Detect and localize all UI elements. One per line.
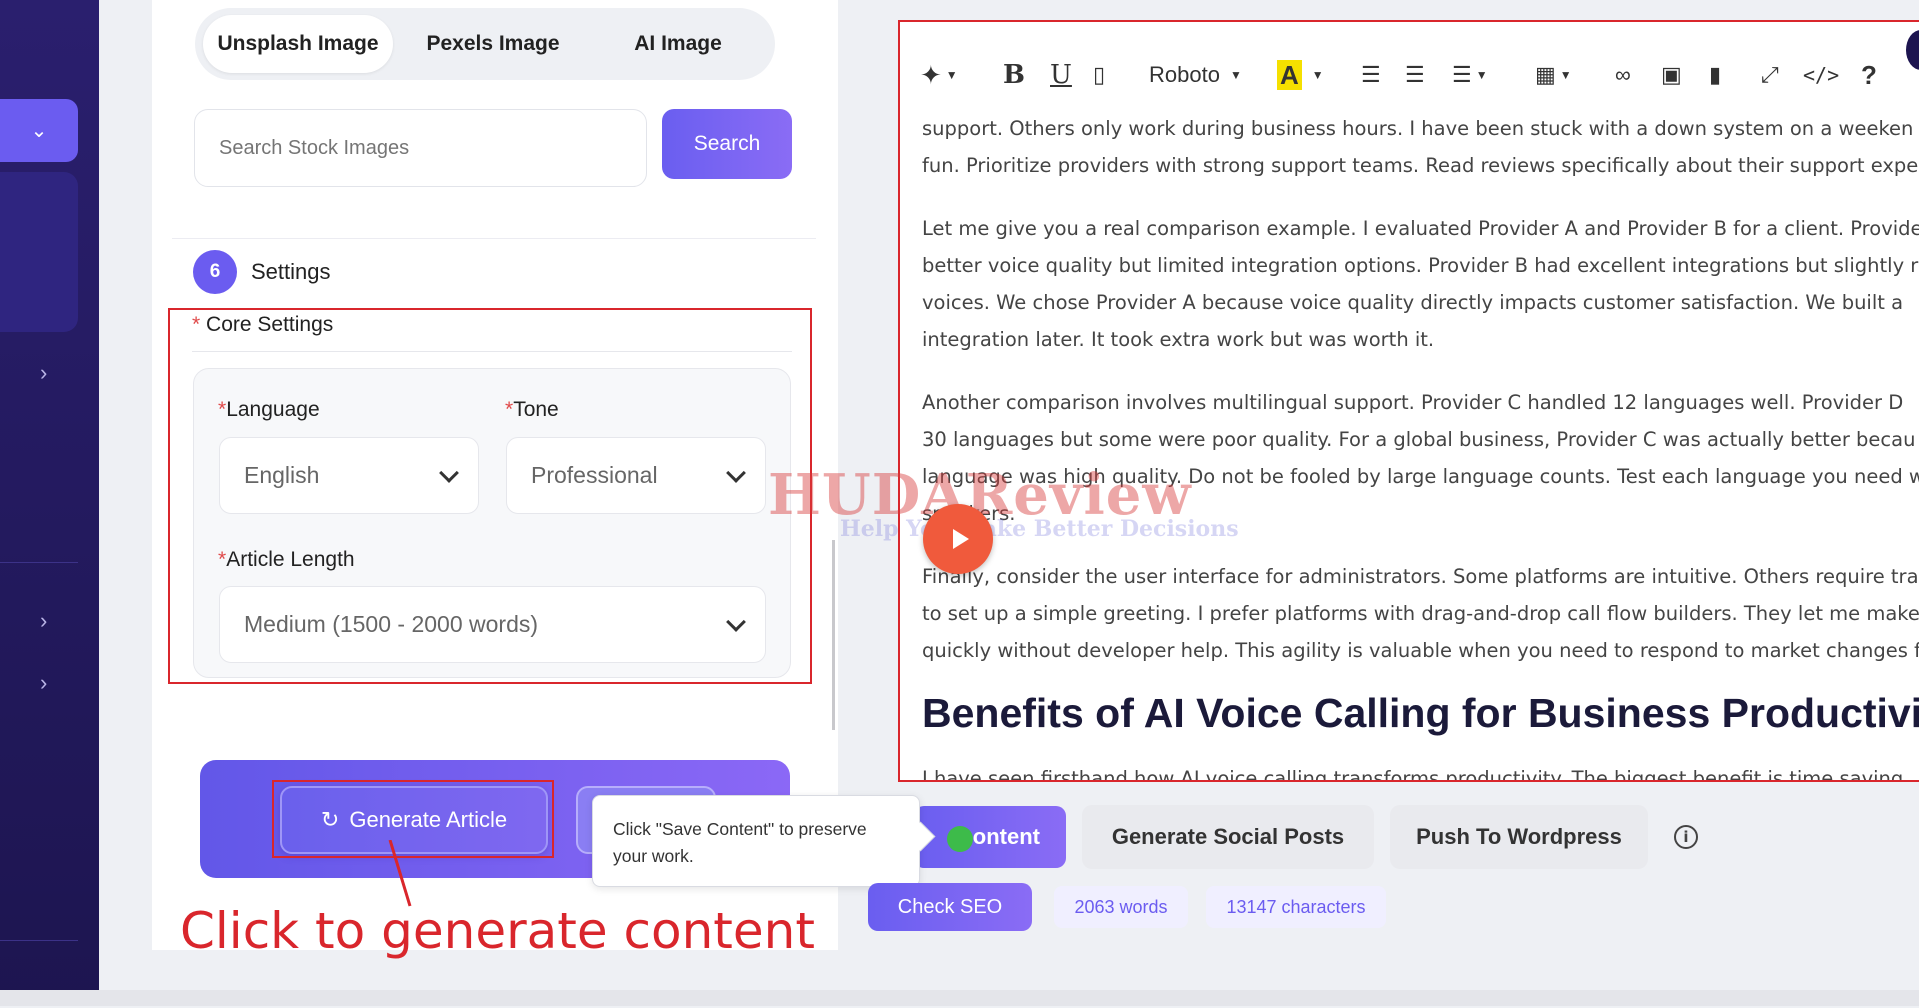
generate-social-posts-button[interactable]: Generate Social Posts <box>1082 805 1374 869</box>
save-content-label: ontent <box>972 824 1040 849</box>
bottom-bar <box>0 990 1919 1006</box>
chevron-right-icon[interactable]: › <box>40 360 47 386</box>
check-seo-button[interactable]: Check SEO <box>868 883 1032 931</box>
search-stock-images-input[interactable] <box>194 109 647 187</box>
cursor-indicator <box>947 826 973 852</box>
search-button[interactable]: Search <box>662 109 792 179</box>
sidebar-submenu <box>0 172 78 332</box>
tab-pexels-image[interactable]: Pexels Image <box>393 15 593 73</box>
sidebar-divider <box>0 562 78 563</box>
character-count-badge: 13147 characters <box>1206 886 1386 928</box>
push-to-wordpress-button[interactable]: Push To Wordpress <box>1390 805 1648 869</box>
watermark-tagline: Help You Make Better Decisions <box>840 516 1239 542</box>
annotation-text: Click to generate content <box>180 902 815 960</box>
tab-ai-image[interactable]: AI Image <box>593 15 763 73</box>
save-content-button[interactable]: ontent <box>914 806 1066 868</box>
chevron-right-icon[interactable]: › <box>40 670 47 696</box>
step-number-badge: 6 <box>193 250 237 294</box>
highlight-box-editor <box>898 20 1919 782</box>
step-title: Settings <box>251 259 331 284</box>
sidebar-active-item[interactable]: ⌄ <box>0 99 78 162</box>
chevron-down-icon: ⌄ <box>30 120 48 142</box>
tab-unsplash-image[interactable]: Unsplash Image <box>203 15 393 73</box>
section-divider <box>172 238 816 239</box>
highlight-box-core-settings <box>168 308 812 684</box>
sidebar-divider <box>0 940 78 941</box>
panel-scrollbar[interactable] <box>832 540 835 730</box>
chevron-right-icon[interactable]: › <box>40 608 47 634</box>
save-tooltip: Click "Save Content" to preserve your wo… <box>592 795 920 887</box>
word-count-badge: 2063 words <box>1054 886 1188 928</box>
sidebar-nav: ⌄ › › › › <box>0 0 99 1007</box>
info-icon[interactable]: i <box>1674 825 1698 849</box>
play-video-icon[interactable] <box>923 504 993 574</box>
image-source-tabs: Unsplash Image Pexels Image AI Image <box>195 8 775 80</box>
